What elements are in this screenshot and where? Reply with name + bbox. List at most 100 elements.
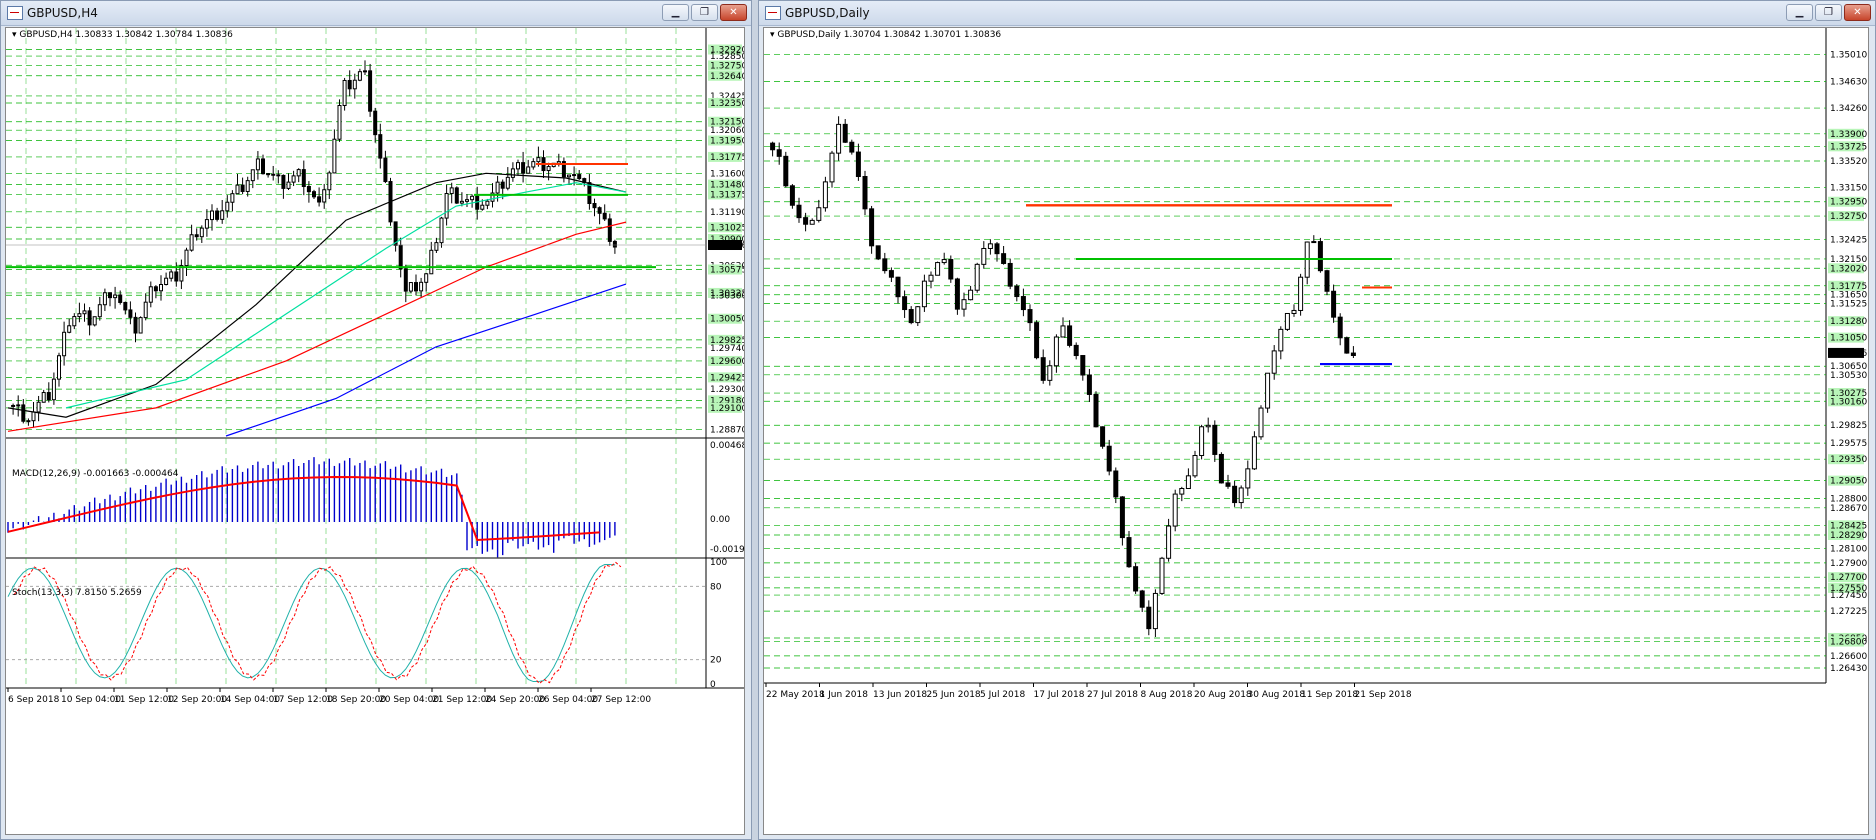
candle-body	[1265, 372, 1271, 409]
daily-chart-svg[interactable]: 1.35010 1.34630 1.34260 1.33900 1.33725 1.335…	[764, 28, 1869, 835]
price-axis-label: 1.27450	[1830, 591, 1867, 601]
h4-window-titlebar[interactable]: GBPUSD,H4 ▁ ❐ ✕	[1, 1, 751, 26]
candle-body	[444, 193, 449, 219]
price-axis-label: 1.32750	[710, 61, 745, 71]
candle-body	[72, 316, 77, 327]
candle-body	[21, 404, 26, 422]
candle-body	[572, 174, 577, 177]
price-axis-label: 1.33725	[1830, 142, 1867, 152]
candle-body	[803, 217, 809, 225]
stoch-axis-label: 20	[710, 656, 722, 666]
h4-chart-canvas[interactable]: 1.32920 1.32850 1.32750 1.32640 1.32425 1.323…	[5, 27, 745, 835]
candle-body	[164, 277, 169, 285]
minimize-icon: ▁	[671, 7, 680, 18]
h4-window-title: GBPUSD,H4	[27, 6, 98, 20]
candle-body	[921, 280, 927, 308]
candle-body	[230, 193, 235, 203]
candle-body	[51, 378, 56, 401]
time-axis-label: 5 Jul 2018	[980, 690, 1025, 700]
price-axis-label: 1.32950	[1830, 198, 1867, 208]
candle-body	[1298, 276, 1304, 311]
candle-body	[1040, 357, 1046, 381]
macd-axis-label: 0.00	[710, 515, 730, 525]
candle-body	[1034, 322, 1040, 359]
time-axis-label: 22 May 2018	[766, 690, 825, 700]
candle-body	[368, 70, 373, 112]
candle-body	[1199, 426, 1205, 457]
candle-body	[783, 155, 789, 187]
time-axis-label: 17 Sep 12:00	[273, 695, 333, 705]
candle-body	[240, 184, 245, 192]
minimize-button[interactable]: ▁	[662, 4, 689, 21]
candle-body	[1350, 352, 1356, 356]
candle-body	[1146, 606, 1152, 630]
candle-body	[485, 200, 490, 206]
left-chart-empty-strip	[6, 708, 744, 834]
candle-body	[888, 270, 894, 278]
candle-body	[449, 187, 454, 195]
minimize-icon: ▁	[1795, 7, 1804, 18]
candle-body	[500, 181, 505, 189]
candle-body	[123, 301, 128, 311]
time-axis-label: 17 Jul 2018	[1034, 690, 1085, 700]
h4-chart-window[interactable]: GBPUSD,H4 ▁ ❐ ✕ 1.32920 1.32850 1.32750 1.3…	[0, 0, 752, 840]
h4-chart-svg[interactable]: 1.329201.328501.327501.326401.324251.323…	[6, 28, 745, 835]
price-axis-label: 1.32350	[710, 99, 745, 109]
time-axis-label: 27 Jul 2018	[1087, 690, 1138, 700]
chart-window-icon	[765, 6, 781, 20]
daily-window-titlebar[interactable]: GBPUSD,Daily ▁ ❐ ✕	[759, 1, 1875, 26]
candle-body	[138, 317, 143, 334]
candle-body	[327, 172, 332, 191]
minimize-button[interactable]: ▁	[1786, 4, 1813, 21]
candle-body	[133, 316, 138, 334]
candle-body	[875, 245, 881, 260]
candle-body	[1166, 525, 1172, 559]
price-axis-label: 1.32020	[1830, 264, 1867, 274]
candle-body	[902, 296, 908, 311]
candle-body	[220, 210, 225, 220]
candle-body	[935, 262, 941, 276]
candle-body	[87, 310, 92, 326]
candle-body	[1324, 270, 1330, 292]
candle-body	[842, 123, 848, 143]
candle-body	[169, 271, 174, 279]
candle-body	[770, 142, 776, 151]
candle-body	[1080, 355, 1086, 376]
candle-body	[306, 186, 311, 193]
candle-body	[77, 313, 82, 318]
close-button[interactable]: ✕	[1844, 4, 1871, 21]
candle-body	[796, 204, 802, 219]
close-button[interactable]: ✕	[720, 4, 747, 21]
price-axis-label: 1.30575	[710, 265, 745, 275]
candle-body	[607, 218, 612, 242]
candle-body	[855, 151, 861, 178]
daily-chart-canvas[interactable]: 1.35010 1.34630 1.34260 1.33900 1.33725 1.335…	[763, 27, 1869, 835]
price-axis-label: 1.29300	[710, 385, 745, 395]
stoch-axis-label: 100	[710, 558, 727, 568]
daily-chart-window[interactable]: GBPUSD,Daily ▁ ❐ ✕ 1.35010 1.34630 1.34260…	[758, 0, 1876, 840]
candle-body	[1185, 475, 1191, 490]
candle-body	[994, 243, 1000, 255]
restore-button[interactable]: ❐	[1815, 4, 1842, 21]
time-axis-label: 21 Sep 2018	[1355, 690, 1412, 700]
h4-symbol-header: ▾ GBPUSD,H4 1.30833 1.30842 1.30784 1.30…	[12, 30, 233, 40]
restore-button[interactable]: ❐	[691, 4, 718, 21]
candle-body	[465, 199, 469, 202]
candle-body	[403, 268, 408, 292]
candle-body	[1067, 325, 1073, 346]
candle-body	[1001, 253, 1007, 264]
candle-body	[470, 195, 475, 201]
candle-body	[414, 282, 418, 292]
candle-body	[261, 158, 265, 175]
time-axis-label: 27 Sep 12:00	[591, 695, 651, 705]
candle-body	[1113, 470, 1119, 498]
price-axis-label: 1.28290	[1830, 531, 1867, 541]
candle-body	[475, 195, 480, 210]
candle-body	[948, 259, 954, 280]
candle-body	[424, 273, 429, 283]
candle-body	[322, 189, 327, 203]
candle-body	[291, 175, 296, 183]
candle-body	[908, 309, 914, 324]
candle-body	[1232, 485, 1238, 504]
candle-body	[62, 331, 67, 357]
